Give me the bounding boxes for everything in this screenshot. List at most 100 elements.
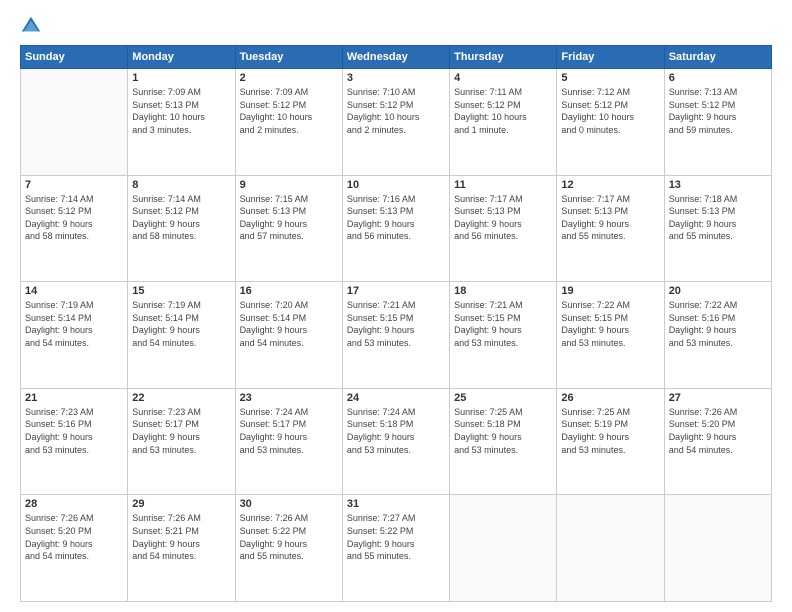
- day-number: 18: [454, 285, 552, 297]
- day-number: 27: [669, 392, 767, 404]
- calendar-cell: 29 Sunrise: 7:26 AM Sunset: 5:21 PM Dayli…: [128, 495, 235, 602]
- day-info: Sunrise: 7:25 AM Sunset: 5:18 PM Dayligh…: [454, 406, 552, 456]
- day-info: Sunrise: 7:16 AM Sunset: 5:13 PM Dayligh…: [347, 193, 445, 243]
- calendar-cell: 6 Sunrise: 7:13 AM Sunset: 5:12 PM Daylig…: [664, 69, 771, 176]
- calendar-cell: 15 Sunrise: 7:19 AM Sunset: 5:14 PM Dayli…: [128, 282, 235, 389]
- day-info: Sunrise: 7:20 AM Sunset: 5:14 PM Dayligh…: [240, 299, 338, 349]
- calendar-cell: 21Sunrise: 7:23 AM Sunset: 5:16 PM Dayli…: [21, 388, 128, 495]
- weekday-header-thursday: Thursday: [450, 46, 557, 69]
- calendar-cell: [557, 495, 664, 602]
- day-number: 19: [561, 285, 659, 297]
- calendar-cell: 10 Sunrise: 7:16 AM Sunset: 5:13 PM Dayli…: [342, 175, 449, 282]
- day-info: Sunrise: 7:14 AM Sunset: 5:12 PM Dayligh…: [25, 193, 123, 243]
- day-info: Sunrise: 7:14 AM Sunset: 5:12 PM Dayligh…: [132, 193, 230, 243]
- week-row-1: 7 Sunrise: 7:14 AM Sunset: 5:12 PM Daylig…: [21, 175, 772, 282]
- logo: [20, 15, 46, 37]
- day-number: 15: [132, 285, 230, 297]
- calendar-cell: 17 Sunrise: 7:21 AM Sunset: 5:15 PM Dayli…: [342, 282, 449, 389]
- calendar-cell: 7 Sunrise: 7:14 AM Sunset: 5:12 PM Daylig…: [21, 175, 128, 282]
- day-number: 2: [240, 72, 338, 84]
- calendar-cell: 14 Sunrise: 7:19 AM Sunset: 5:14 PM Dayli…: [21, 282, 128, 389]
- calendar-cell: 9 Sunrise: 7:15 AM Sunset: 5:13 PM Daylig…: [235, 175, 342, 282]
- calendar: SundayMondayTuesdayWednesdayThursdayFrid…: [20, 45, 772, 602]
- day-number: 4: [454, 72, 552, 84]
- day-number: 13: [669, 179, 767, 191]
- day-info: Sunrise: 7:22 AM Sunset: 5:15 PM Dayligh…: [561, 299, 659, 349]
- day-number: 12: [561, 179, 659, 191]
- calendar-cell: 12 Sunrise: 7:17 AM Sunset: 5:13 PM Dayli…: [557, 175, 664, 282]
- day-info: Sunrise: 7:17 AM Sunset: 5:13 PM Dayligh…: [561, 193, 659, 243]
- day-info: Sunrise: 7:13 AM Sunset: 5:12 PM Dayligh…: [669, 86, 767, 136]
- calendar-cell: 27 Sunrise: 7:26 AM Sunset: 5:20 PM Dayli…: [664, 388, 771, 495]
- day-number: 11: [454, 179, 552, 191]
- calendar-cell: 25Sunrise: 7:25 AM Sunset: 5:18 PM Dayli…: [450, 388, 557, 495]
- day-number: 21: [25, 392, 123, 404]
- day-info: Sunrise: 7:26 AM Sunset: 5:21 PM Dayligh…: [132, 512, 230, 562]
- header: [20, 15, 772, 37]
- calendar-cell: [450, 495, 557, 602]
- day-info: Sunrise: 7:26 AM Sunset: 5:22 PM Dayligh…: [240, 512, 338, 562]
- weekday-header-sunday: Sunday: [21, 46, 128, 69]
- day-number: 28: [25, 498, 123, 510]
- calendar-cell: 4 Sunrise: 7:11 AM Sunset: 5:12 PM Daylig…: [450, 69, 557, 176]
- day-info: Sunrise: 7:21 AM Sunset: 5:15 PM Dayligh…: [347, 299, 445, 349]
- day-info: Sunrise: 7:25 AM Sunset: 5:19 PM Dayligh…: [561, 406, 659, 456]
- weekday-header-friday: Friday: [557, 46, 664, 69]
- day-info: Sunrise: 7:24 AM Sunset: 5:17 PM Dayligh…: [240, 406, 338, 456]
- logo-icon: [20, 15, 42, 37]
- calendar-cell: [21, 69, 128, 176]
- day-number: 22: [132, 392, 230, 404]
- calendar-cell: 22 Sunrise: 7:23 AM Sunset: 5:17 PM Dayli…: [128, 388, 235, 495]
- day-info: Sunrise: 7:26 AM Sunset: 5:20 PM Dayligh…: [669, 406, 767, 456]
- day-number: 30: [240, 498, 338, 510]
- day-number: 8: [132, 179, 230, 191]
- calendar-cell: 13Sunrise: 7:18 AM Sunset: 5:13 PM Dayli…: [664, 175, 771, 282]
- weekday-header-monday: Monday: [128, 46, 235, 69]
- day-number: 5: [561, 72, 659, 84]
- calendar-cell: 8 Sunrise: 7:14 AM Sunset: 5:12 PM Daylig…: [128, 175, 235, 282]
- weekday-header-tuesday: Tuesday: [235, 46, 342, 69]
- calendar-cell: 30 Sunrise: 7:26 AM Sunset: 5:22 PM Dayli…: [235, 495, 342, 602]
- calendar-cell: 24 Sunrise: 7:24 AM Sunset: 5:18 PM Dayli…: [342, 388, 449, 495]
- calendar-cell: 2 Sunrise: 7:09 AM Sunset: 5:12 PM Daylig…: [235, 69, 342, 176]
- day-info: Sunrise: 7:21 AM Sunset: 5:15 PM Dayligh…: [454, 299, 552, 349]
- day-info: Sunrise: 7:19 AM Sunset: 5:14 PM Dayligh…: [25, 299, 123, 349]
- calendar-cell: 11 Sunrise: 7:17 AM Sunset: 5:13 PM Dayli…: [450, 175, 557, 282]
- day-info: Sunrise: 7:11 AM Sunset: 5:12 PM Dayligh…: [454, 86, 552, 136]
- day-number: 26: [561, 392, 659, 404]
- day-info: Sunrise: 7:17 AM Sunset: 5:13 PM Dayligh…: [454, 193, 552, 243]
- day-info: Sunrise: 7:15 AM Sunset: 5:13 PM Dayligh…: [240, 193, 338, 243]
- calendar-cell: 16 Sunrise: 7:20 AM Sunset: 5:14 PM Dayli…: [235, 282, 342, 389]
- day-info: Sunrise: 7:09 AM Sunset: 5:12 PM Dayligh…: [240, 86, 338, 136]
- day-info: Sunrise: 7:27 AM Sunset: 5:22 PM Dayligh…: [347, 512, 445, 562]
- day-info: Sunrise: 7:24 AM Sunset: 5:18 PM Dayligh…: [347, 406, 445, 456]
- day-number: 3: [347, 72, 445, 84]
- page: SundayMondayTuesdayWednesdayThursdayFrid…: [0, 0, 792, 612]
- day-number: 24: [347, 392, 445, 404]
- calendar-cell: 18 Sunrise: 7:21 AM Sunset: 5:15 PM Dayli…: [450, 282, 557, 389]
- weekday-header-row: SundayMondayTuesdayWednesdayThursdayFrid…: [21, 46, 772, 69]
- day-info: Sunrise: 7:12 AM Sunset: 5:12 PM Dayligh…: [561, 86, 659, 136]
- day-number: 23: [240, 392, 338, 404]
- day-info: Sunrise: 7:19 AM Sunset: 5:14 PM Dayligh…: [132, 299, 230, 349]
- day-number: 16: [240, 285, 338, 297]
- day-info: Sunrise: 7:26 AM Sunset: 5:20 PM Dayligh…: [25, 512, 123, 562]
- day-number: 14: [25, 285, 123, 297]
- weekday-header-wednesday: Wednesday: [342, 46, 449, 69]
- calendar-cell: 26 Sunrise: 7:25 AM Sunset: 5:19 PM Dayli…: [557, 388, 664, 495]
- day-number: 7: [25, 179, 123, 191]
- day-number: 10: [347, 179, 445, 191]
- day-number: 6: [669, 72, 767, 84]
- calendar-cell: 3Sunrise: 7:10 AM Sunset: 5:12 PM Daylig…: [342, 69, 449, 176]
- day-number: 29: [132, 498, 230, 510]
- day-info: Sunrise: 7:23 AM Sunset: 5:17 PM Dayligh…: [132, 406, 230, 456]
- day-number: 31: [347, 498, 445, 510]
- weekday-header-saturday: Saturday: [664, 46, 771, 69]
- calendar-cell: 28 Sunrise: 7:26 AM Sunset: 5:20 PM Dayli…: [21, 495, 128, 602]
- week-row-3: 21Sunrise: 7:23 AM Sunset: 5:16 PM Dayli…: [21, 388, 772, 495]
- day-number: 17: [347, 285, 445, 297]
- day-number: 20: [669, 285, 767, 297]
- day-number: 9: [240, 179, 338, 191]
- day-info: Sunrise: 7:22 AM Sunset: 5:16 PM Dayligh…: [669, 299, 767, 349]
- week-row-4: 28 Sunrise: 7:26 AM Sunset: 5:20 PM Dayli…: [21, 495, 772, 602]
